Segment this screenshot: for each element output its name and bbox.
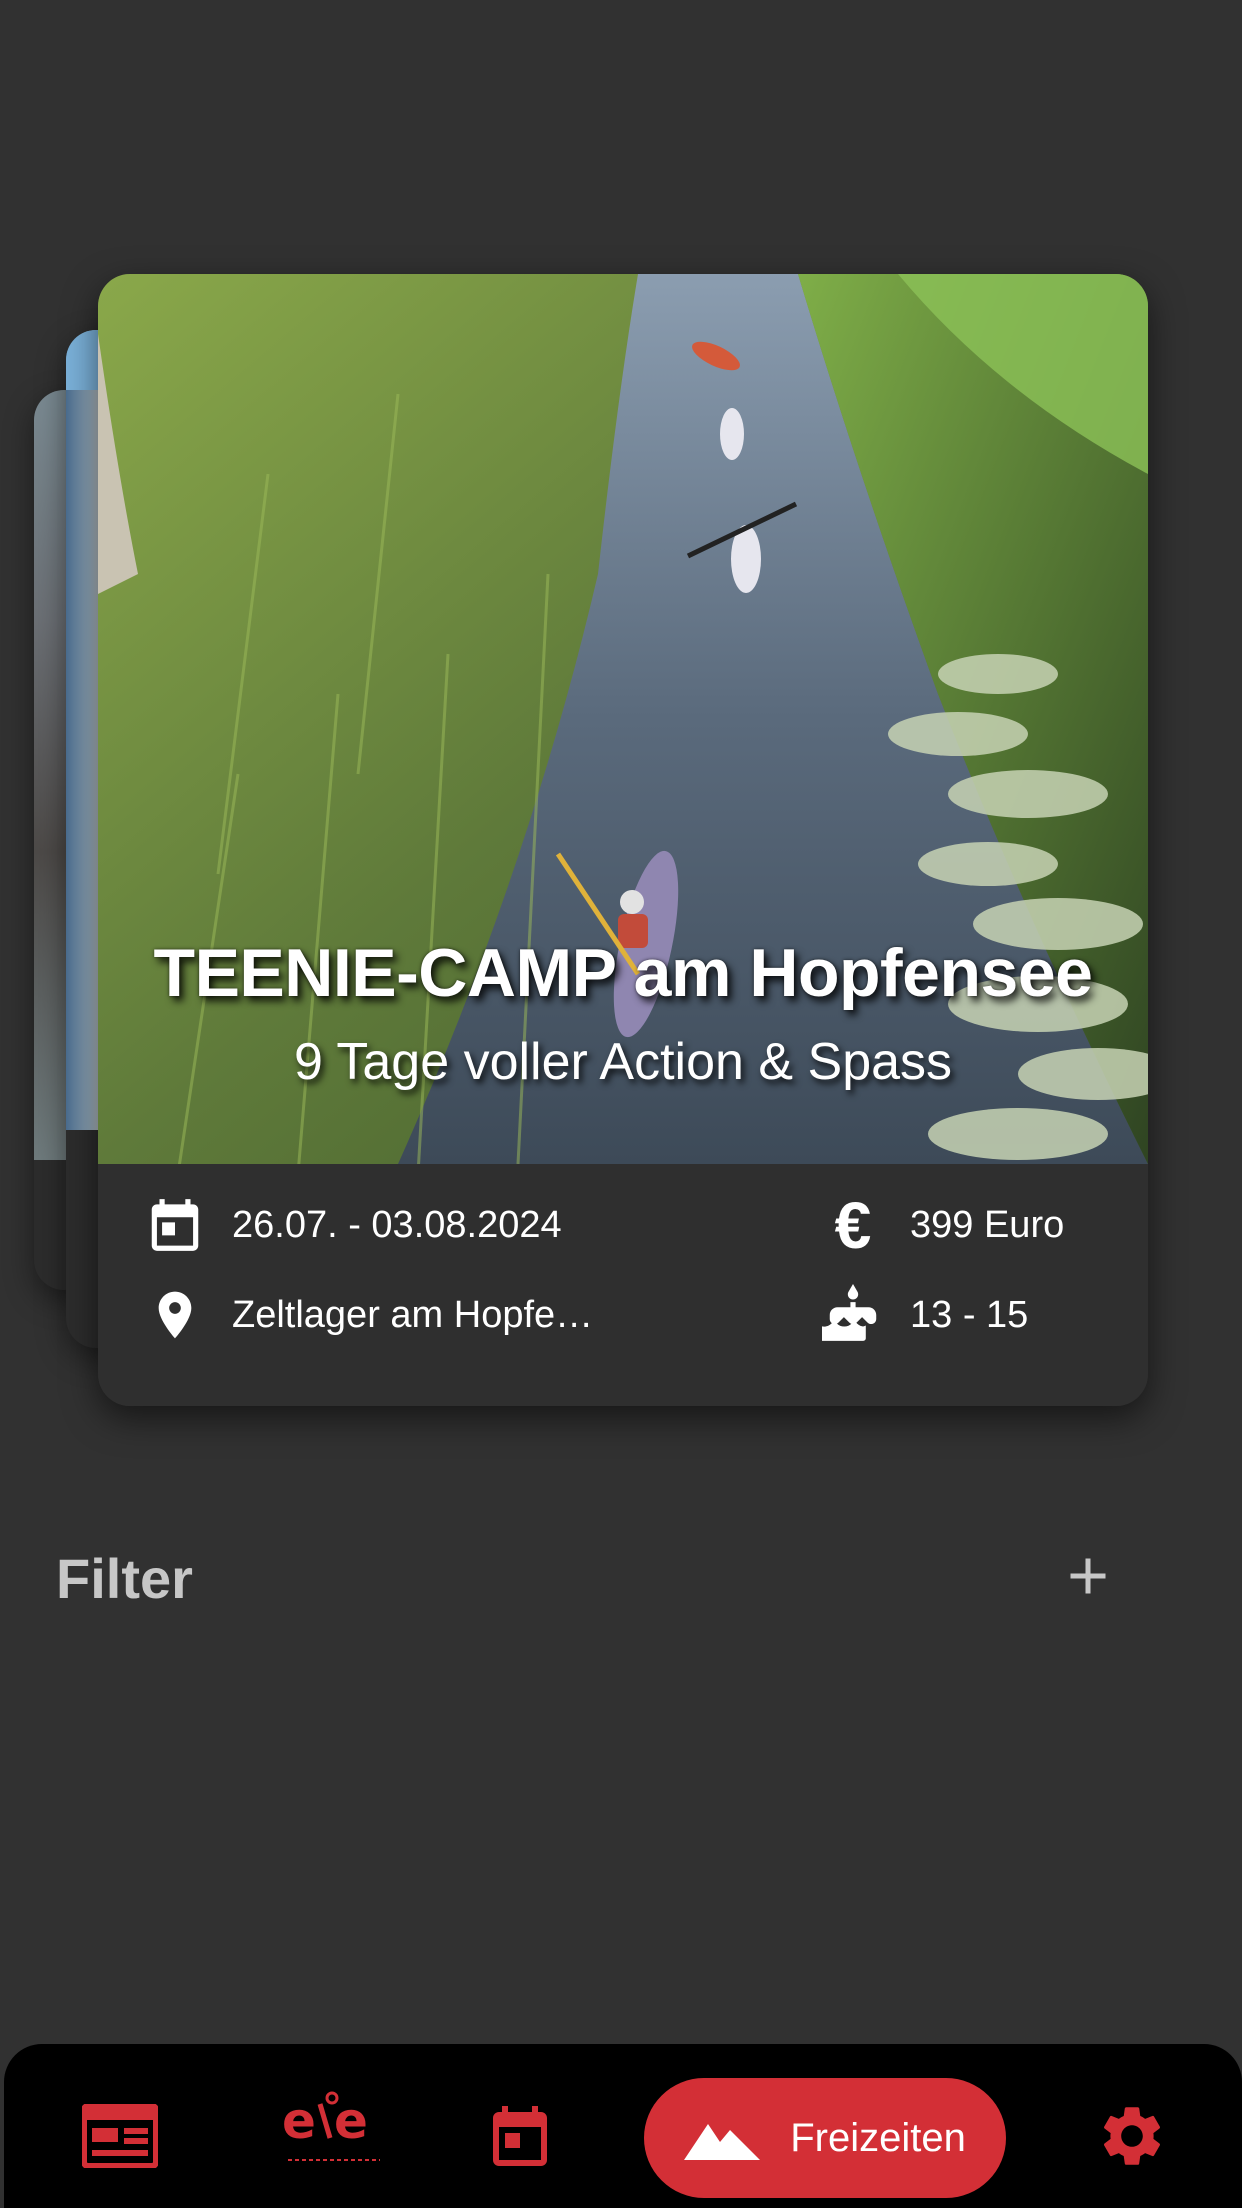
location-text: Zeltlager am Hopfe… — [232, 1293, 594, 1336]
location-pin-icon — [144, 1284, 206, 1346]
filter-title: Filter — [56, 1547, 193, 1610]
add-filter-button[interactable] — [1058, 1546, 1118, 1606]
nav-news[interactable] — [82, 2104, 158, 2168]
calendar-icon — [144, 1194, 206, 1256]
freizeit-card[interactable]: TEENIE-CAMP am Hopfensee 9 Tage voller A… — [98, 274, 1148, 1406]
card-subtitle: 9 Tage voller Action & Spass — [293, 1033, 953, 1091]
date-row: 26.07. - 03.08.2024 — [144, 1194, 562, 1256]
svg-text:e: e — [282, 2092, 316, 2150]
age-row: 13 - 15 — [822, 1284, 1028, 1346]
nav-settings[interactable] — [1096, 2100, 1168, 2172]
price-text: 399 Euro — [910, 1203, 1065, 1246]
nav-calendar[interactable] — [484, 2098, 556, 2174]
date-text: 26.07. - 03.08.2024 — [232, 1203, 562, 1246]
gear-icon — [1103, 2107, 1161, 2165]
nav-freizeiten-label: Freizeiten — [790, 2115, 966, 2160]
svg-text:e: e — [334, 2092, 368, 2150]
euro-icon: € — [834, 1188, 872, 1262]
card-title: TEENIE-CAMP am Hopfensee — [153, 935, 1093, 1011]
plus-icon — [1070, 1558, 1106, 1594]
card-hero-image: TEENIE-CAMP am Hopfensee 9 Tage voller A… — [98, 274, 1148, 1164]
age-text: 13 - 15 — [910, 1293, 1029, 1336]
ele-logo-icon: e e — [282, 2091, 380, 2161]
cake-icon — [822, 1284, 884, 1346]
nav-freizeiten[interactable]: Freizeiten — [644, 2078, 1006, 2198]
price-row: € 399 Euro — [822, 1188, 1065, 1262]
card-info-panel: 26.07. - 03.08.2024 Zeltlager am Hopfe… … — [98, 1164, 1148, 1406]
nav-ele-logo[interactable]: e e — [280, 2088, 390, 2178]
mountain-icon — [684, 2124, 761, 2160]
location-row: Zeltlager am Hopfe… — [144, 1284, 593, 1346]
calendar-icon — [493, 2106, 547, 2166]
newspaper-icon — [82, 2104, 158, 2168]
bottom-navigation: e e Freizeiten — [4, 2044, 1242, 2208]
